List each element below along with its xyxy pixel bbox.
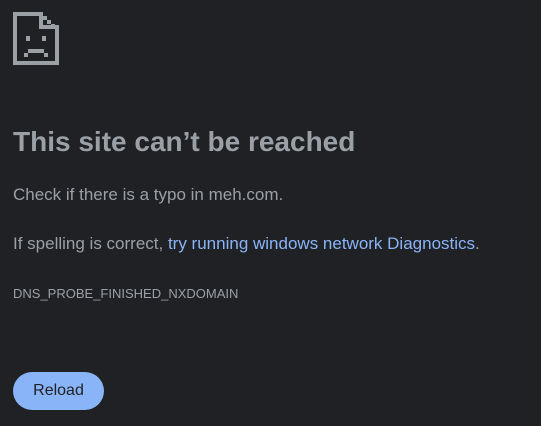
error-title: This site can’t be reached [13,126,356,157]
diagnostics-link[interactable]: try running windows network Diagnostics [168,234,475,253]
spelling-suffix: . [475,234,480,253]
sad-page-icon [13,12,59,65]
error-code: DNS_PROBE_FINISHED_NXDOMAIN [13,286,239,301]
reload-button[interactable]: Reload [13,372,104,410]
typo-message: Check if there is a typo in meh.com. [13,185,284,204]
spelling-prefix: If spelling is correct, [13,234,168,253]
spelling-message: If spelling is correct, try running wind… [13,233,480,255]
